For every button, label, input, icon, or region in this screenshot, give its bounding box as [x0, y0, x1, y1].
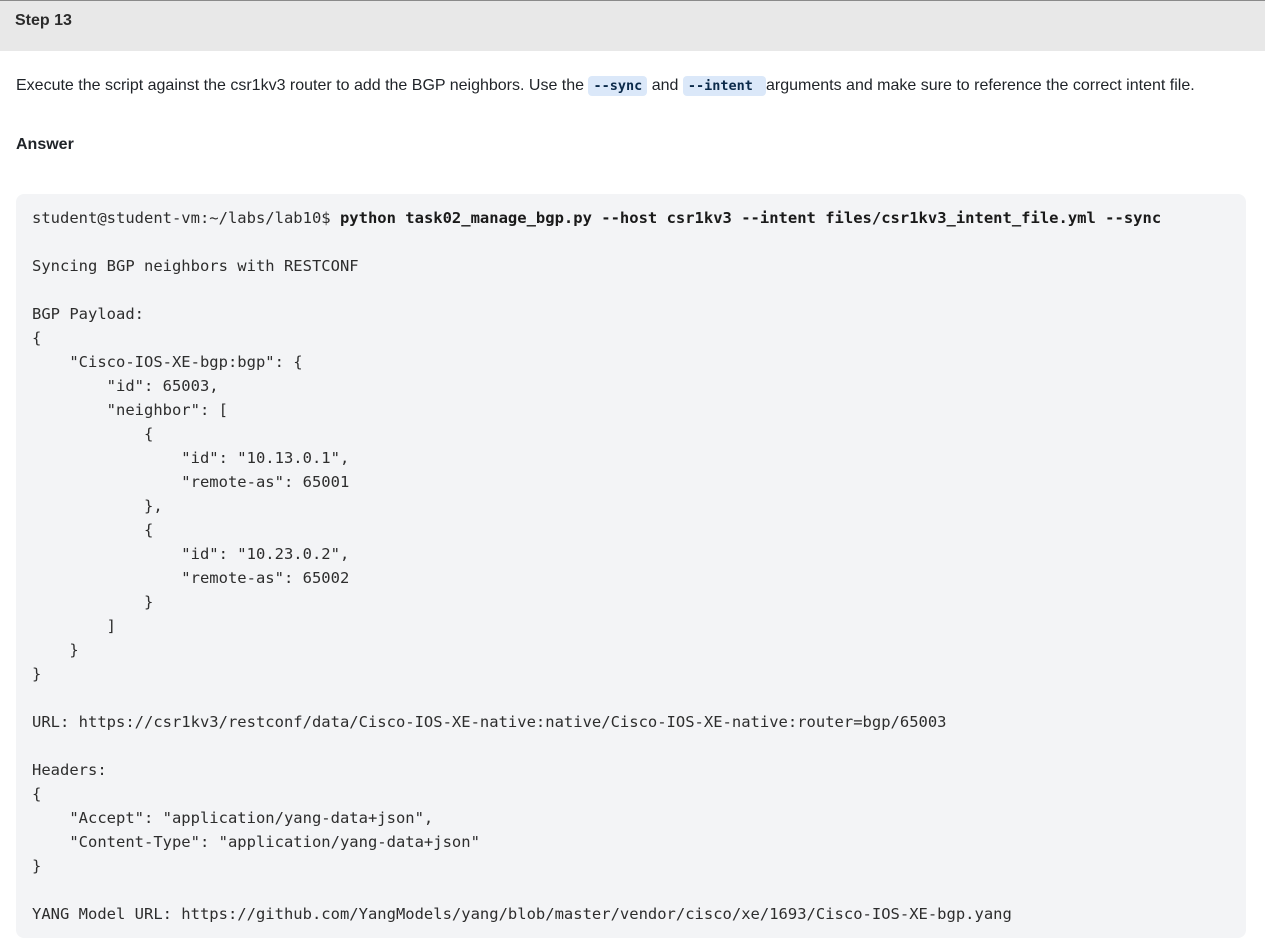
- answer-label: Answer: [16, 136, 74, 153]
- terminal-output-line: "id": "10.13.0.1",: [32, 449, 350, 467]
- terminal-output-line: "Accept": "application/yang-data+json",: [32, 809, 434, 827]
- terminal-output-line: "neighbor": [: [32, 401, 228, 419]
- terminal-prompt: student@student-vm:~/labs/lab10$: [32, 209, 340, 227]
- terminal-output-line: }: [32, 641, 79, 659]
- instruction-text-and: and: [647, 77, 683, 94]
- terminal-output: Syncing BGP neighbors with RESTCONF BGP P…: [32, 230, 1230, 926]
- sync-argument-code: --sync: [588, 76, 648, 96]
- terminal-output-line: Headers:: [32, 761, 107, 779]
- terminal-output-line: }: [32, 857, 42, 875]
- instruction-text: Execute the script against the csr1kv3 r…: [16, 74, 1231, 98]
- terminal-output-line: "id": 65003,: [32, 377, 219, 395]
- terminal-output-line: }: [32, 665, 42, 683]
- terminal-output-line: Syncing BGP neighbors with RESTCONF: [32, 257, 359, 275]
- terminal-output-line: {: [32, 521, 154, 539]
- terminal-output-line: "Content-Type": "application/yang-data+j…: [32, 833, 480, 851]
- terminal-output-line: {: [32, 425, 154, 443]
- step-title: Step 13: [15, 12, 72, 29]
- terminal-output-line: }: [32, 593, 154, 611]
- terminal-output-line: YANG Model URL: https://github.com/YangM…: [32, 905, 1012, 923]
- page: Step 13 Execute the script against the c…: [0, 0, 1265, 945]
- terminal-output-line: "Cisco-IOS-XE-bgp:bgp": {: [32, 353, 303, 371]
- instruction-text-before: Execute the script against the csr1kv3 r…: [16, 77, 589, 94]
- intent-argument-code: --intent: [682, 76, 766, 96]
- instruction-text-after: arguments and make sure to reference the…: [766, 77, 1195, 94]
- terminal-output-line: "id": "10.23.0.2",: [32, 545, 350, 563]
- terminal-output-line: "remote-as": 65001: [32, 473, 350, 491]
- step-header: Step 13: [0, 0, 1265, 51]
- terminal-output-line: {: [32, 329, 42, 347]
- terminal-output-line: },: [32, 497, 163, 515]
- terminal-output-line: ]: [32, 617, 116, 635]
- terminal-output-line: URL: https://csr1kv3/restconf/data/Cisco…: [32, 713, 947, 731]
- terminal-output-line: BGP Payload:: [32, 305, 144, 323]
- terminal-output-line: {: [32, 785, 42, 803]
- terminal-command-line: student@student-vm:~/labs/lab10$ python …: [32, 206, 1230, 230]
- terminal-command: python task02_manage_bgp.py --host csr1k…: [339, 209, 1162, 227]
- terminal-code-block: student@student-vm:~/labs/lab10$ python …: [16, 194, 1246, 938]
- terminal-output-line: "remote-as": 65002: [32, 569, 350, 587]
